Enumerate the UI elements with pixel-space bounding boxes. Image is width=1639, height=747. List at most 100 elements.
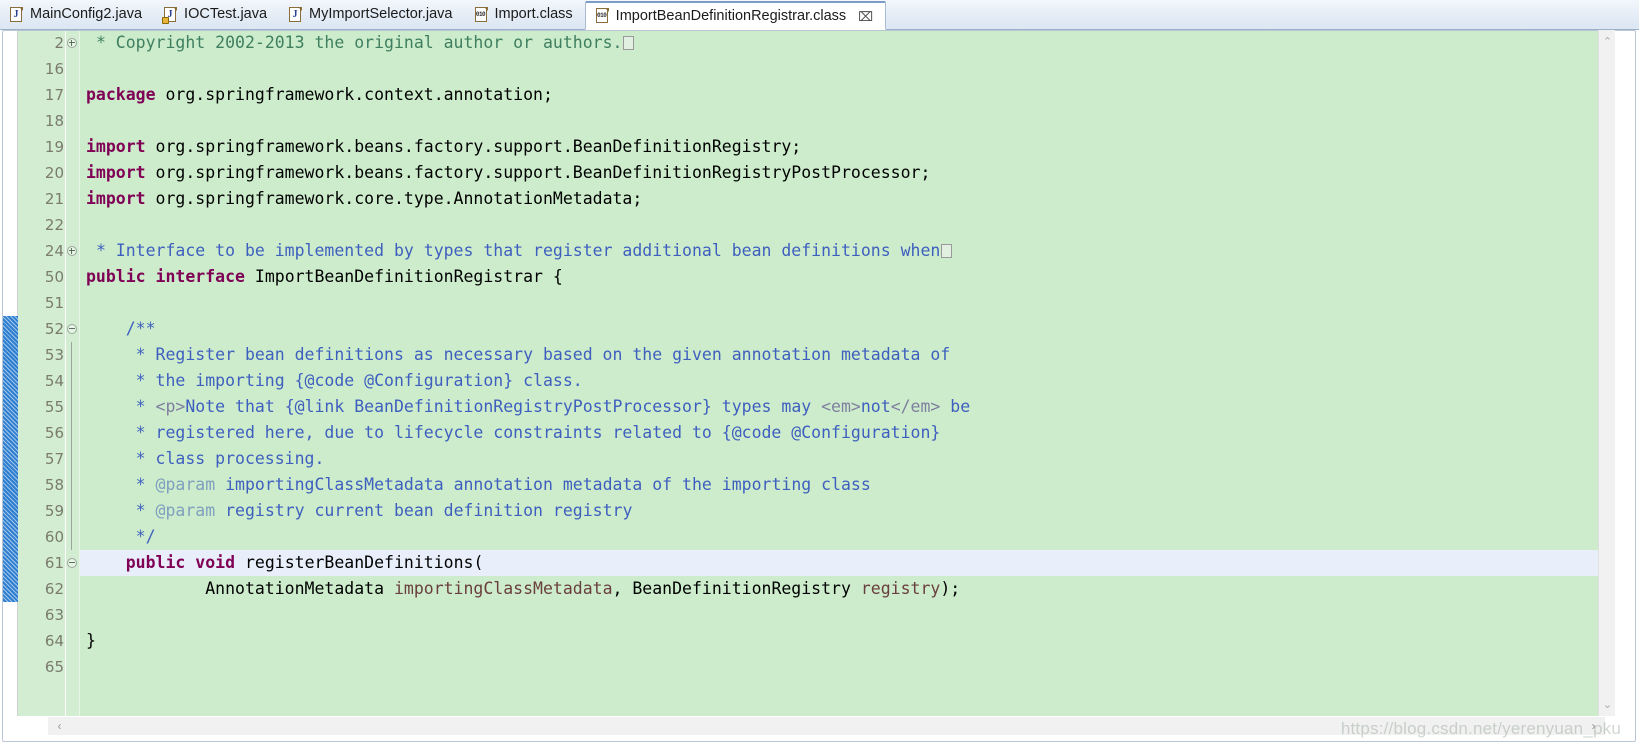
line-number: 63 <box>44 606 64 624</box>
source-code-area[interactable]: * Copyright 2002-2013 the original autho… <box>80 30 1613 716</box>
fold-cell <box>66 342 79 368</box>
code-line[interactable]: } <box>80 628 1613 654</box>
code-token: org.springframework.beans.factory.suppor… <box>145 137 802 156</box>
line-number: 20 <box>44 164 64 182</box>
scroll-left-icon[interactable]: ‹ <box>51 717 68 735</box>
code-line[interactable]: * registered here, due to lifecycle cons… <box>80 420 1613 446</box>
line-number: 16 <box>44 60 64 78</box>
code-token: <em> <box>821 397 861 416</box>
fold-cell <box>66 56 79 82</box>
editor-tab-1[interactable]: J IOCTest.java <box>154 0 279 29</box>
java-file-icon: J <box>288 6 303 23</box>
code-line[interactable]: * Interface to be implemented by types t… <box>80 238 1613 264</box>
fold-expand-icon[interactable] <box>67 38 77 48</box>
close-icon[interactable]: ⌧ <box>858 10 873 23</box>
code-line-current[interactable]: public void registerBeanDefinitions( <box>80 550 1613 576</box>
line-number: 64 <box>44 632 64 650</box>
fold-cell <box>66 212 79 238</box>
code-line[interactable]: * @param importingClassMetadata annotati… <box>80 472 1613 498</box>
eclipse-editor-window: J MainConfig2.java J IOCTest.java J MyImportS… <box>0 0 1639 747</box>
line-number: 57 <box>44 450 64 468</box>
editor-tab-4[interactable]: 010 ImportBeanDefinitionRegistrar.class ⌧ <box>584 1 887 30</box>
fold-cell <box>66 628 79 654</box>
vertical-scrollbar[interactable]: ⌃ ⌄ <box>1598 30 1615 716</box>
fold-collapse-icon[interactable] <box>67 558 77 568</box>
code-line[interactable]: AnnotationMetadata importingClassMetadat… <box>80 576 1613 602</box>
fold-cell[interactable] <box>66 238 79 264</box>
line-number: 24 <box>44 242 64 260</box>
code-token: * the importing {@code @Configuration} c… <box>86 371 583 390</box>
code-line[interactable] <box>80 602 1613 628</box>
line-number: 19 <box>44 138 64 156</box>
line-number: 21 <box>44 190 64 208</box>
line-number: 51 <box>44 294 64 312</box>
line-number: 58 <box>44 476 64 494</box>
code-line[interactable] <box>80 108 1613 134</box>
change-annotation-ruler[interactable] <box>3 30 18 716</box>
line-number: 55 <box>44 398 64 416</box>
code-line[interactable] <box>80 212 1613 238</box>
fold-cell <box>66 368 79 394</box>
fold-cell <box>66 82 79 108</box>
code-token: ); <box>940 579 961 598</box>
code-line[interactable]: * @param registry current bean definitio… <box>80 498 1613 524</box>
code-token: be <box>940 397 971 416</box>
fold-cell <box>66 394 79 420</box>
fold-cell[interactable] <box>66 316 79 342</box>
fold-range-line <box>71 420 72 446</box>
code-line[interactable] <box>80 654 1613 680</box>
scroll-down-icon[interactable]: ⌄ <box>1599 696 1616 713</box>
code-token: , BeanDefinitionRegistry <box>612 579 861 598</box>
code-line[interactable]: * class processing. <box>80 446 1613 472</box>
lock-overlay-icon <box>162 16 170 24</box>
fold-cell <box>66 446 79 472</box>
fold-cell <box>66 160 79 186</box>
code-line[interactable]: import org.springframework.core.type.Ann… <box>80 186 1613 212</box>
code-line[interactable]: * <p>Note that {@link BeanDefinitionRegi… <box>80 394 1613 420</box>
line-number: 53 <box>44 346 64 364</box>
folded-content-icon[interactable] <box>941 244 953 258</box>
code-token: @param <box>155 501 216 520</box>
editor-tab-3[interactable]: 010 Import.class <box>465 0 585 29</box>
code-folding-column[interactable] <box>66 30 80 716</box>
fold-cell <box>66 602 79 628</box>
code-line[interactable]: * Copyright 2002-2013 the original autho… <box>80 30 1613 56</box>
code-token: import <box>86 189 146 208</box>
code-line[interactable]: */ <box>80 524 1613 550</box>
folded-content-icon[interactable] <box>623 36 635 50</box>
code-token: org.springframework.beans.factory.suppor… <box>145 163 931 182</box>
fold-cell[interactable] <box>66 550 79 576</box>
fold-cell[interactable] <box>66 30 79 56</box>
fold-range-line <box>71 498 72 524</box>
line-number: 50 <box>44 268 64 286</box>
editor-tab-0[interactable]: J MainConfig2.java <box>0 0 154 29</box>
editor-tab-bar: J MainConfig2.java J IOCTest.java J MyImportS… <box>0 0 1639 30</box>
code-line[interactable] <box>80 56 1613 82</box>
code-line[interactable]: import org.springframework.beans.factory… <box>80 134 1613 160</box>
code-token: * <box>86 397 156 416</box>
fold-cell <box>66 420 79 446</box>
editor-tab-label: Import.class <box>494 6 573 23</box>
code-line[interactable] <box>80 290 1613 316</box>
code-token: package <box>86 85 156 104</box>
code-line[interactable]: public interface ImportBeanDefinitionReg… <box>80 264 1613 290</box>
code-line[interactable]: /** <box>80 316 1613 342</box>
code-token: importingClassMetadata annotation metada… <box>215 475 871 494</box>
code-token: */ <box>86 527 156 546</box>
code-token: AnnotationMetadata <box>86 579 394 598</box>
code-line[interactable]: package org.springframework.context.anno… <box>80 82 1613 108</box>
line-number: 56 <box>44 424 64 442</box>
code-line[interactable]: * Register bean definitions as necessary… <box>80 342 1613 368</box>
line-number: 54 <box>44 372 64 390</box>
code-line[interactable]: import org.springframework.beans.factory… <box>80 160 1613 186</box>
fold-expand-icon[interactable] <box>67 246 77 256</box>
fold-collapse-icon[interactable] <box>67 324 77 334</box>
watermark-text: https://blog.csdn.net/yerenyuan_pku <box>1340 719 1621 738</box>
editor-tab-2[interactable]: J MyImportSelector.java <box>279 0 464 29</box>
scroll-up-icon[interactable]: ⌃ <box>1599 33 1616 50</box>
code-line[interactable]: * the importing {@code @Configuration} c… <box>80 368 1613 394</box>
editor-body: 2 16 17 18 19 20 21 22 24 50 51 52 53 54 55 56 57 58 59 60 6… <box>3 30 1613 716</box>
